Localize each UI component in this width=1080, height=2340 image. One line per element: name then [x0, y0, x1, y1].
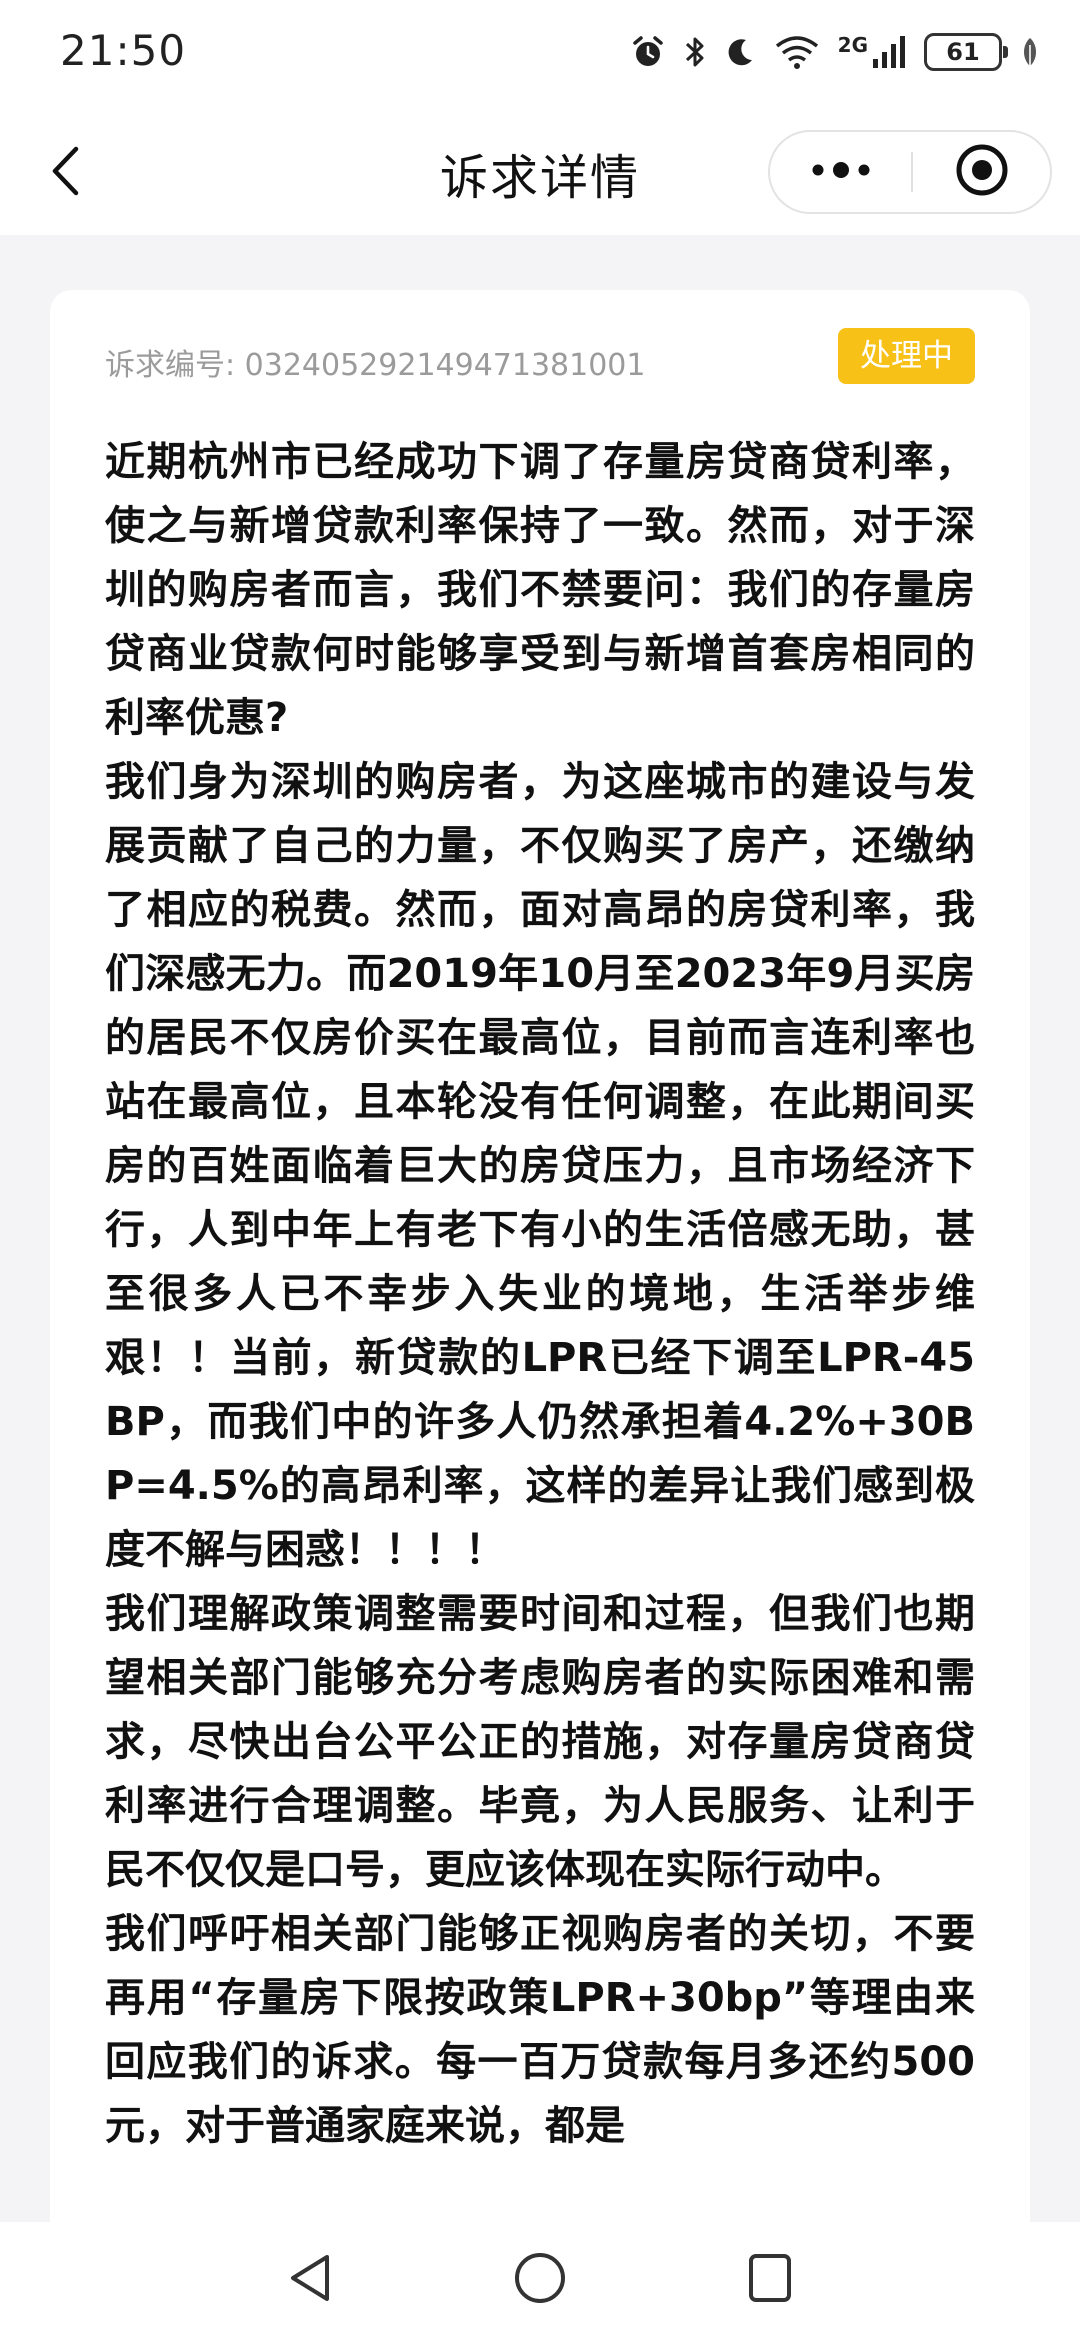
signal-icon: 2G [838, 35, 906, 69]
petition-paragraph: 我们理解政策调整需要时间和过程，但我们也期望相关部门能够充分考虑购房者的实际困难… [105, 1591, 975, 1893]
petition-number: 诉求编号: 032405292149471381001 [105, 340, 645, 384]
petition-number-value: 032405292149471381001 [244, 348, 646, 383]
nav-header: 诉求详情 [0, 110, 1080, 235]
status-bar: 21:50 2G 61 [0, 0, 1080, 110]
system-navigation-bar [0, 2222, 1080, 2340]
more-button[interactable] [770, 132, 911, 212]
petition-content: 近期杭州市已经成功下调了存量房贷商贷利率，使之与新增贷款利率保持了一致。然而，对… [105, 430, 975, 2158]
leaf-icon [1020, 35, 1040, 69]
alarm-icon [630, 34, 666, 70]
petition-card: 诉求编号: 032405292149471381001 处理中 近期杭州市已经成… [50, 290, 1030, 2250]
home-circle-icon [512, 2250, 568, 2310]
status-badge: 处理中 [838, 328, 975, 384]
status-time: 21:50 [60, 26, 187, 75]
status-icons: 2G 61 [630, 30, 1040, 74]
system-recents-button[interactable] [730, 2244, 810, 2316]
petition-paragraph: 我们呼吁相关部门能够正视购房者的关切，不要再用“存量房下限按政策LPR+30bp… [105, 1911, 975, 2149]
petition-paragraph: 我们身为深圳的购房者，为这座城市的建设与发展贡献了自己的力量，不仅购买了房产，还… [105, 759, 975, 1573]
moon-icon [724, 34, 756, 70]
recents-square-icon [745, 2250, 795, 2310]
back-triangle-icon [285, 2251, 335, 2309]
bluetooth-icon [684, 34, 706, 70]
network-label: 2G [837, 33, 868, 57]
battery-icon: 61 [924, 33, 1008, 71]
mini-program-capsule [768, 130, 1052, 214]
system-home-button[interactable] [500, 2244, 580, 2316]
battery-tip [1003, 46, 1008, 58]
wifi-icon [774, 34, 820, 70]
petition-meta-row: 诉求编号: 032405292149471381001 处理中 [105, 328, 975, 390]
more-icon [810, 160, 872, 184]
close-target-icon [954, 142, 1010, 202]
close-button[interactable] [913, 132, 1050, 212]
petition-paragraph: 近期杭州市已经成功下调了存量房贷商贷利率，使之与新增贷款利率保持了一致。然而，对… [105, 439, 975, 741]
petition-number-label: 诉求编号: [105, 348, 236, 383]
battery-level: 61 [946, 38, 980, 66]
system-back-button[interactable] [270, 2244, 350, 2316]
